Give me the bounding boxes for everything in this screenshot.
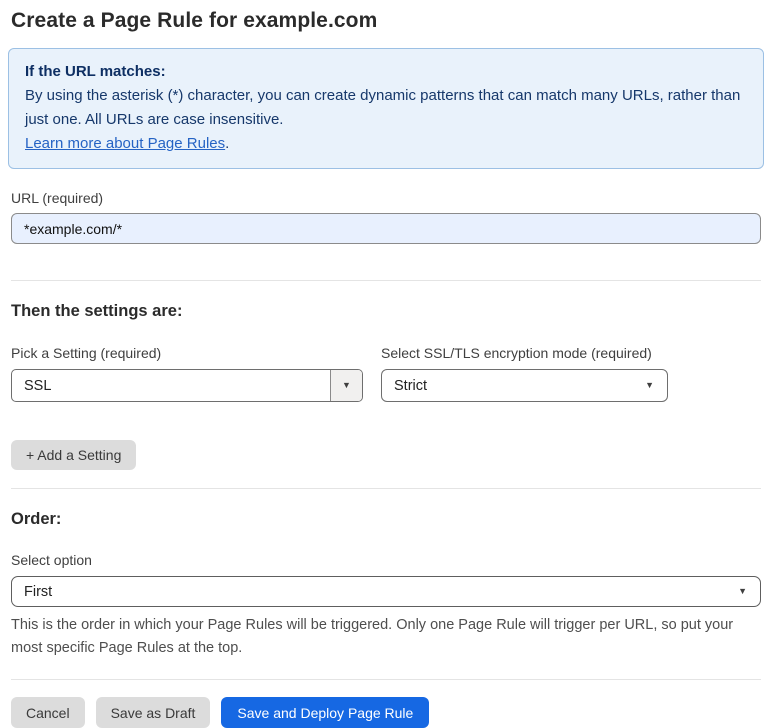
order-select-value: First xyxy=(24,583,53,600)
pick-setting-column: Pick a Setting (required) SSL ▼ xyxy=(11,345,363,402)
order-select-label: Select option xyxy=(11,552,92,568)
footer-buttons: Cancel Save as Draft Save and Deploy Pag… xyxy=(11,697,761,728)
encryption-mode-select-value: Strict xyxy=(394,377,428,394)
caret-down-icon: ▼ xyxy=(342,380,351,390)
order-select[interactable]: First ▼ xyxy=(11,576,761,607)
order-help-text: This is the order in which your Page Rul… xyxy=(11,617,734,656)
save-draft-button[interactable]: Save as Draft xyxy=(95,697,211,728)
pick-setting-label: Pick a Setting (required) xyxy=(11,345,162,361)
dropdown-button[interactable]: ▼ xyxy=(330,370,362,401)
pick-setting-select-value: SSL xyxy=(24,377,52,394)
url-input[interactable] xyxy=(11,213,761,244)
info-box-link-line: Learn more about Page Rules. xyxy=(25,132,747,156)
caret-down-icon: ▼ xyxy=(645,380,654,390)
section-divider xyxy=(11,679,761,680)
page-title: Create a Page Rule for example.com xyxy=(11,9,378,32)
info-box-heading: If the URL matches: xyxy=(25,63,166,80)
settings-selects-row: Pick a Setting (required) SSL ▼ Select S… xyxy=(11,345,761,402)
section-divider xyxy=(11,488,761,489)
add-setting-button[interactable]: + Add a Setting xyxy=(11,440,137,470)
caret-down-icon: ▼ xyxy=(738,586,747,596)
order-section-heading: Order: xyxy=(11,510,62,528)
cancel-button[interactable]: Cancel xyxy=(11,697,85,728)
create-page-rule-form: Create a Page Rule for example.com If th… xyxy=(0,0,772,728)
section-divider xyxy=(11,280,761,281)
save-deploy-button[interactable]: Save and Deploy Page Rule xyxy=(221,697,430,728)
encryption-mode-select[interactable]: Strict ▼ xyxy=(381,369,668,402)
encryption-mode-label: Select SSL/TLS encryption mode (required… xyxy=(381,345,652,361)
link-suffix: . xyxy=(225,135,230,152)
info-box-body: By using the asterisk (*) character, you… xyxy=(25,87,741,128)
learn-more-link[interactable]: Learn more about Page Rules xyxy=(25,135,225,152)
encryption-mode-column: Select SSL/TLS encryption mode (required… xyxy=(381,345,668,402)
url-matches-info-box: If the URL matches: By using the asteris… xyxy=(8,48,764,169)
url-field-label: URL (required) xyxy=(11,190,104,206)
settings-section-heading: Then the settings are: xyxy=(11,302,183,320)
pick-setting-select[interactable]: SSL ▼ xyxy=(11,369,363,402)
